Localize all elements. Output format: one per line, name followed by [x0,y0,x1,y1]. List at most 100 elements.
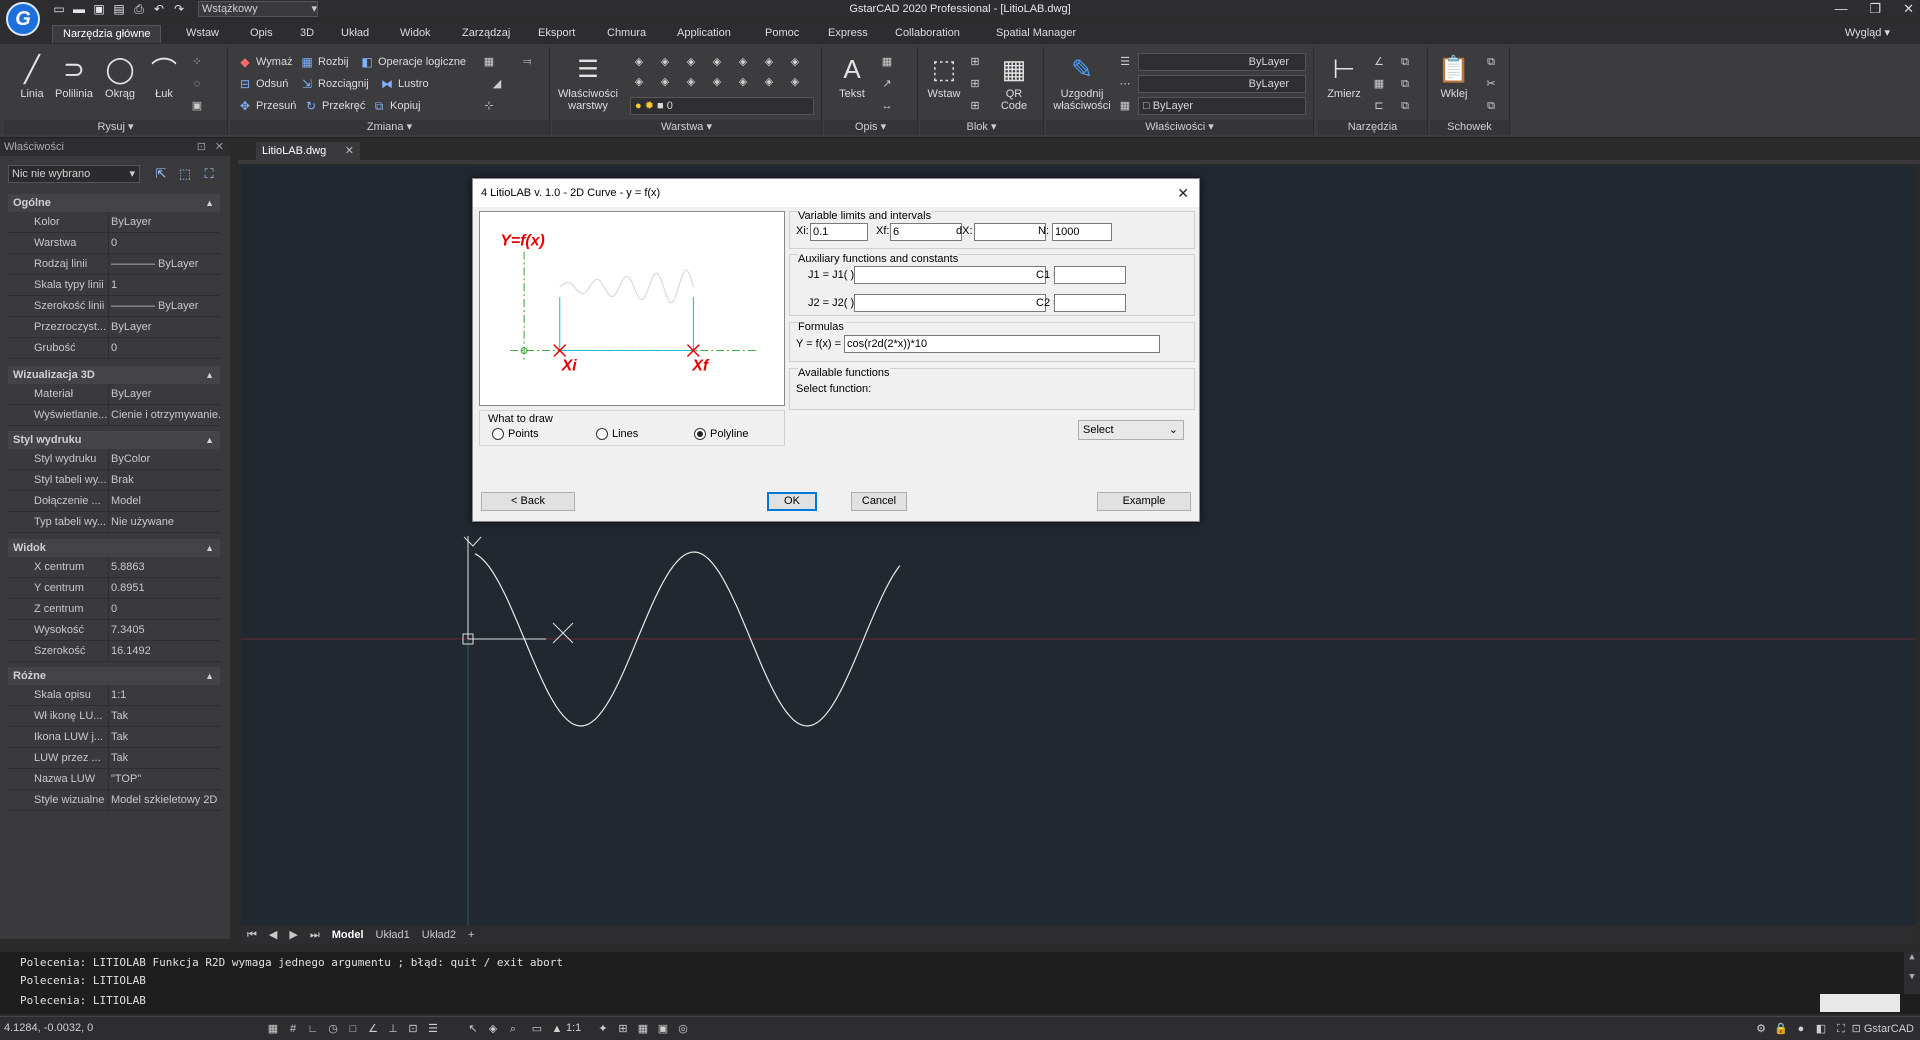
property-value[interactable]: ———— ByLayer [108,254,220,274]
tab-layout1[interactable]: Układ1 [370,927,416,943]
rectangle-icon[interactable]: ▣ [190,99,204,113]
rotate-button[interactable]: ↻ Przekręć [304,97,365,115]
mirror-button[interactable]: ⧓ Lustro [380,75,429,93]
layer-tool-icon[interactable]: ◈ [684,75,698,89]
property-row[interactable]: Nazwa LUW "TOP" [8,769,220,790]
property-value[interactable]: Cienie i otrzymywanie... [108,405,220,425]
move-button[interactable]: ✥ Przesuń [238,97,296,115]
view-style-menu[interactable]: Wygląd ▾ [1845,26,1890,39]
tab-manage[interactable]: Zarządzaj [462,25,510,43]
app-logo-icon[interactable]: G [6,2,40,36]
property-row[interactable]: Skala typy linii 1 [8,275,220,296]
lineweight-combo[interactable]: ByLayer [1138,53,1306,71]
property-value[interactable]: 0 [108,233,220,253]
property-row[interactable]: Szerokość linii ———— ByLayer [8,296,220,317]
section-header[interactable]: Różne ▲ [8,667,220,685]
offset-button[interactable]: ⊟ Odsuń [238,75,288,93]
layer-tool-icon[interactable]: ◈ [762,55,776,69]
property-row[interactable]: Y centrum 0.8951 [8,578,220,599]
zoom-icon[interactable]: ⌕ [506,1022,520,1036]
property-row[interactable]: Styl wydruku ByColor [8,449,220,470]
property-row[interactable]: Szerokość 16.1492 [8,641,220,662]
explode-button[interactable]: ▦ Rozbij [300,53,348,71]
c2-input[interactable] [1054,294,1126,312]
tab-layout[interactable]: Układ [341,25,369,43]
logic-ops-button[interactable]: ◧ Operacje logiczne [360,53,466,71]
panel-tools-title[interactable]: Narzędzia [1318,120,1427,135]
property-row[interactable]: Wysokość 7.3405 [8,620,220,641]
next-layout-icon[interactable]: ▶ [283,927,303,943]
bulb-icon[interactable]: ● [1794,1022,1808,1036]
section-header[interactable]: Styl wydruku ▲ [8,431,220,449]
minimize-icon[interactable]: — [1834,1,1847,17]
property-value[interactable]: Tak [108,706,220,726]
command-hscroll[interactable] [1820,994,1900,1012]
tab-annotate[interactable]: Opis [250,25,273,43]
cancel-button[interactable]: Cancel [851,492,907,511]
lineweight-toggle-icon[interactable]: ☰ [426,1022,440,1036]
n-input[interactable] [1052,223,1112,241]
align-icon[interactable]: ⫤ [520,55,534,69]
panel-draw-title[interactable]: Rysuj ▾ [4,120,227,135]
toggle-pickadd-icon[interactable]: ⇱ [152,165,170,183]
erase-button[interactable]: ◆ Wymaż [238,53,292,71]
otrack-icon[interactable]: ∠ [366,1022,380,1036]
tab-cloud[interactable]: Chmura [607,25,646,43]
layer-combo[interactable]: ● ✹ ■ 0 [630,97,814,115]
property-row[interactable]: Grubość 0 [8,338,220,359]
dx-input[interactable] [974,223,1046,241]
section-header[interactable]: Ogólne ▲ [8,194,220,212]
property-row[interactable]: Typ tabeli wy... Nie używane [8,512,220,533]
first-layout-icon[interactable]: ⏮ [241,927,263,943]
selection-combo[interactable]: Nic nie wybrano ▾ [8,165,140,183]
property-value[interactable]: Tak [108,727,220,747]
tab-model[interactable]: Model [326,927,370,943]
grid-display-icon[interactable]: # [286,1022,300,1036]
tool-icon[interactable]: ▦ [1372,77,1386,91]
model-space-icon[interactable]: ▭ [530,1022,544,1036]
block-tool-icon[interactable]: ⊞ [968,99,982,113]
panel-modify-title[interactable]: Zmiana ▾ [230,120,549,135]
panel-properties-title[interactable]: Właściwości ▾ [1046,120,1313,135]
tool-icon[interactable]: ⊏ [1372,99,1386,113]
property-row[interactable]: Z centrum 0 [8,599,220,620]
dyn-ucs-icon[interactable]: ⊥ [386,1022,400,1036]
close-tab-icon[interactable]: ✕ [345,142,354,160]
property-row[interactable]: LUW przez ... Tak [8,748,220,769]
panel-block-title[interactable]: Blok ▾ [920,120,1043,135]
j1-input[interactable] [854,266,1046,284]
last-layout-icon[interactable]: ⏭ [304,927,326,943]
linetype-icon[interactable]: ⋯ [1118,77,1132,91]
osnap-icon[interactable]: □ [346,1022,360,1036]
section-header[interactable]: Wizualizacja 3D ▲ [8,366,220,384]
property-value[interactable]: Brak [108,470,220,490]
tab-spatial-manager[interactable]: Spatial Manager [996,25,1076,43]
line-button[interactable]: ╱ Linia [12,53,52,101]
dyn-input-icon[interactable]: ⊡ [406,1022,420,1036]
example-button[interactable]: Example [1097,492,1191,511]
tab-export[interactable]: Eksport [538,25,575,43]
dots-icon[interactable]: ⁘ [190,55,204,69]
gear-icon[interactable]: ⚙ [1754,1022,1768,1036]
block-tool-icon[interactable]: ⊞ [968,77,982,91]
property-value[interactable]: Model szkieletowy 2D [108,790,220,810]
prev-layout-icon[interactable]: ◀ [263,927,283,943]
layer-tool-icon[interactable]: ◈ [658,55,672,69]
stretch-button[interactable]: ⇲ Rozciągnij [300,75,369,93]
linetype-combo[interactable]: ByLayer [1138,75,1306,93]
property-row[interactable]: Style wizualne Model szkieletowy 2D [8,790,220,811]
annotation-visibility-icon[interactable]: ✦ [596,1022,610,1036]
copy-base-icon[interactable]: ⧉ [1484,99,1498,113]
qr-code-button[interactable]: ▦ QR Code [992,53,1036,113]
ellipse-icon[interactable]: ◌ [190,77,204,91]
property-row[interactable]: Ikona LUW j... Tak [8,727,220,748]
copy-clip-icon[interactable]: ⧉ [1484,55,1498,69]
pin-icon[interactable]: ⊡ [197,139,206,156]
paste-button[interactable]: 📋 Wklej [1434,53,1474,101]
tab-insert[interactable]: Wstaw [186,25,219,43]
property-value[interactable]: ByLayer [108,212,220,232]
layer-tool-icon[interactable]: ◈ [710,75,724,89]
property-row[interactable]: Rodzaj linii ———— ByLayer [8,254,220,275]
property-value[interactable]: 5.8863 [108,557,220,577]
back-button[interactable]: < Back [481,492,575,511]
